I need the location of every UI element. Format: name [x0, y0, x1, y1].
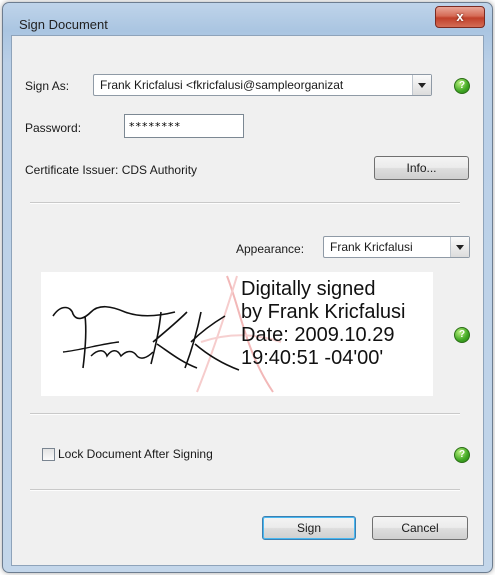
signature-line-2: by Frank Kricfalusi	[241, 301, 406, 323]
certificate-issuer-text: Certificate Issuer: CDS Authority	[25, 163, 198, 177]
chevron-down-icon[interactable]	[450, 237, 469, 257]
sign-as-label: Sign As:	[25, 79, 70, 93]
appearance-help-icon[interactable]: ?	[454, 327, 470, 343]
password-input[interactable]	[125, 115, 243, 137]
sign-as-help-icon[interactable]: ?	[454, 78, 470, 94]
lock-document-checkbox[interactable]	[42, 448, 55, 461]
sign-as-dropdown[interactable]: Frank Kricfalusi <fkricfalusi@sampleorga…	[93, 74, 432, 96]
title-bar[interactable]: Sign Document x	[3, 3, 492, 37]
signature-line-4: 19:40:51 -04'00'	[241, 347, 384, 369]
signature-line-3: Date: 2009.10.29	[241, 324, 395, 346]
close-button[interactable]: x	[435, 6, 485, 28]
divider	[30, 489, 460, 491]
lock-help-icon[interactable]: ?	[454, 447, 470, 463]
dialog-title: Sign Document	[19, 17, 108, 32]
sign-button[interactable]: Sign	[262, 516, 356, 540]
cancel-button[interactable]: Cancel	[372, 516, 468, 540]
appearance-label: Appearance:	[236, 242, 305, 256]
signature-text: Digitally signed by Frank Kricfalusi Dat…	[241, 278, 406, 370]
dialog-body: Sign As: Frank Kricfalusi <fkricfalusi@s…	[11, 35, 484, 566]
chevron-down-icon[interactable]	[412, 75, 431, 95]
signature-line-1: Digitally signed	[241, 278, 376, 300]
signature-preview: Digitally signed by Frank Kricfalusi Dat…	[41, 272, 433, 396]
password-field[interactable]	[124, 114, 244, 138]
lock-document-label[interactable]: Lock Document After Signing	[58, 447, 213, 461]
password-label: Password:	[25, 121, 82, 135]
divider	[30, 202, 460, 204]
info-button[interactable]: Info...	[374, 156, 469, 180]
sign-document-dialog: Sign Document x Sign As: Frank Kricfalus…	[2, 2, 493, 573]
appearance-value: Frank Kricfalusi	[330, 240, 413, 254]
appearance-dropdown[interactable]: Frank Kricfalusi	[323, 236, 470, 258]
divider	[30, 413, 460, 415]
sign-as-value: Frank Kricfalusi <fkricfalusi@sampleorga…	[100, 78, 344, 92]
